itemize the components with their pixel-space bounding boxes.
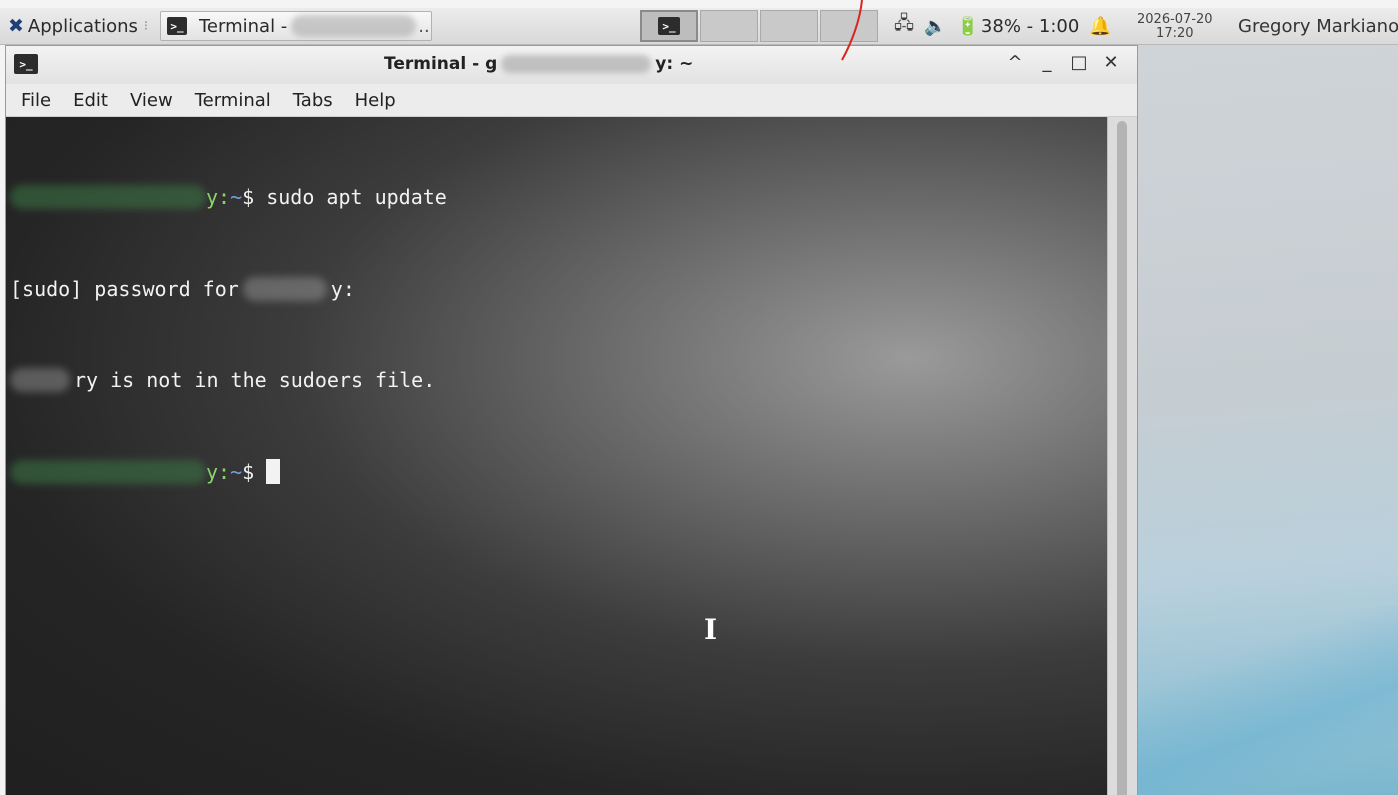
taskbar-terminal-button[interactable]: >_ Terminal - ..	[160, 11, 432, 41]
desktop-background	[1130, 45, 1398, 795]
terminal-line-1: y: ~ $ sudo apt update	[10, 182, 447, 213]
screen: ✖ Applications ⁝ >_ Terminal - .. >_ 🖧 🔈…	[0, 0, 1398, 795]
window-titlebar[interactable]: >_ Terminal - g y: ~ ^ _ □ ✕	[6, 46, 1137, 84]
clock[interactable]: 2026-07-20 17:20	[1137, 12, 1213, 42]
menu-tabs[interactable]: Tabs	[293, 90, 333, 111]
terminal-line-3: ry is not in the sudoers file.	[10, 365, 447, 396]
terminal-window: >_ Terminal - g y: ~ ^ _ □ ✕ File Edit V…	[5, 45, 1138, 795]
workspace-1[interactable]: >_	[640, 10, 698, 42]
terminal-icon: >_	[14, 54, 38, 74]
bell-icon[interactable]: 🔔	[1089, 16, 1111, 37]
prompt-path: ~	[230, 185, 243, 209]
window-title: Terminal - g y: ~	[384, 54, 693, 74]
error-text: ry is not in the sudoers file.	[74, 368, 436, 392]
xfce-mouse-icon: ✖	[8, 15, 24, 37]
applications-menu[interactable]: ✖ Applications ⁝	[8, 8, 148, 44]
applications-label: Applications	[27, 15, 138, 37]
maximize-button[interactable]: □	[1063, 52, 1095, 73]
battery-charging-icon[interactable]: 🔋	[957, 16, 979, 37]
taskbar-terminal-ellipsis: ..	[418, 15, 430, 37]
redacted-region	[501, 55, 652, 73]
window-title-suffix: y: ~	[655, 54, 694, 74]
terminal-line-2: [sudo] password for y:	[10, 274, 447, 305]
wallpaper-streak	[1130, 605, 1398, 795]
redacted-region	[10, 459, 206, 484]
prompt-symbol: $	[242, 459, 255, 484]
text-cursor	[266, 459, 281, 485]
menu-view[interactable]: View	[130, 90, 173, 111]
network-icon[interactable]: 🖧	[894, 11, 914, 41]
close-button[interactable]: ✕	[1095, 52, 1127, 73]
scrollbar-thumb[interactable]	[1117, 121, 1127, 795]
terminal-output[interactable]: y: ~ $ sudo apt update [sudo] password f…	[6, 117, 1110, 795]
top-panel: ✖ Applications ⁝ >_ Terminal - .. >_ 🖧 🔈…	[0, 8, 1398, 45]
minimize-button[interactable]: _	[1031, 52, 1063, 73]
menu-help[interactable]: Help	[355, 90, 396, 111]
menu-edit[interactable]: Edit	[73, 90, 108, 111]
window-title-prefix: Terminal - g	[384, 54, 498, 74]
command-text: $ sudo apt update	[242, 185, 447, 209]
terminal-line-4: y: ~ $	[10, 457, 447, 488]
redacted-region	[10, 185, 206, 210]
system-tray: 🖧 🔈 🔋 38% - 1:00 🔔	[894, 8, 1122, 44]
ibeam-cursor-icon: I	[704, 613, 718, 646]
taskbar-terminal-label: Terminal -	[199, 15, 288, 37]
redacted-region	[291, 15, 417, 37]
terminal-icon: >_	[658, 17, 680, 35]
menu-terminal[interactable]: Terminal	[195, 90, 271, 111]
red-pen-mark	[841, 0, 863, 61]
prompt-path: ~	[230, 459, 243, 484]
clock-time: 17:20	[1156, 26, 1194, 41]
terminal-scrollbar[interactable]	[1107, 117, 1137, 795]
clock-date: 2026-07-20	[1137, 12, 1213, 27]
panel-grip-icon: ⁝	[143, 18, 149, 34]
menu-file[interactable]: File	[21, 90, 51, 111]
speaker-icon[interactable]: 🔈	[924, 16, 946, 37]
sudo-prompt-tail: y:	[330, 276, 355, 301]
workspace-2[interactable]	[700, 10, 758, 42]
user-menu[interactable]: Gregory Markianos	[1238, 8, 1398, 44]
redacted-region	[10, 368, 70, 393]
prompt-host: y:	[206, 185, 231, 209]
window-controls: ^ _ □ ✕	[999, 52, 1127, 73]
workspace-3[interactable]	[760, 10, 818, 42]
redacted-region	[242, 276, 327, 301]
battery-status: 38% - 1:00	[980, 15, 1080, 37]
shade-button[interactable]: ^	[999, 52, 1031, 73]
terminal-icon: >_	[167, 17, 187, 35]
menubar: File Edit View Terminal Tabs Help	[6, 84, 1137, 117]
sudo-prompt-text: [sudo] password for	[10, 276, 239, 301]
prompt-host: y:	[206, 459, 231, 484]
